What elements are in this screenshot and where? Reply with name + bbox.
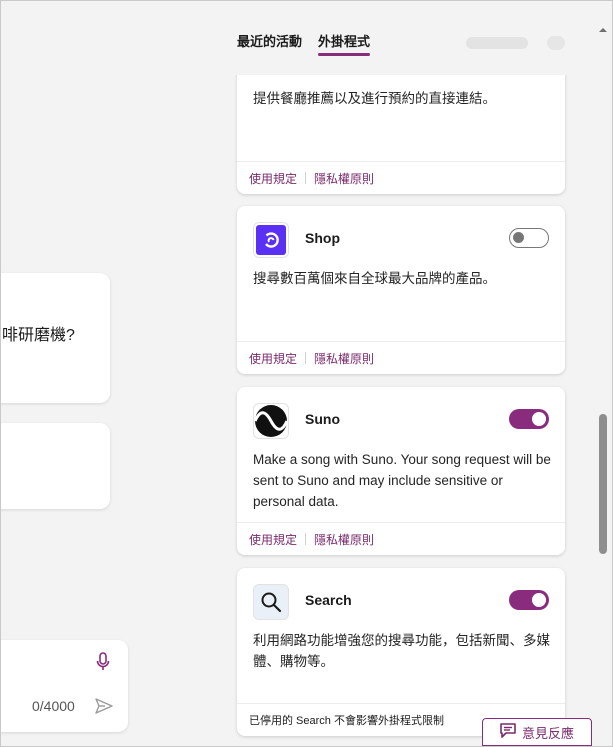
blurred-header-item: [466, 37, 528, 49]
plugin-description: 利用網路功能增強您的搜尋功能，包括新聞、多媒體、購物等。: [253, 633, 550, 669]
plugin-card-suno: Suno Make a song with Suno. Your song re…: [237, 387, 565, 555]
send-icon[interactable]: [94, 697, 114, 720]
feedback-icon: [500, 723, 516, 741]
terms-link[interactable]: 使用規定: [249, 350, 297, 367]
divider: [305, 352, 307, 364]
character-counter: 0/4000: [32, 698, 75, 714]
plugin-name: Shop: [305, 230, 340, 246]
suno-toggle[interactable]: [509, 409, 549, 429]
plugin-card-search: Search 利用網路功能增強您的搜尋功能，包括新聞、多媒體、購物等。 已停用的…: [237, 568, 565, 736]
privacy-link[interactable]: 隱私權原則: [314, 531, 374, 548]
privacy-link[interactable]: 隱私權原則: [314, 350, 374, 367]
divider: [305, 172, 307, 184]
privacy-link[interactable]: 隱私權原則: [314, 170, 374, 187]
terms-link[interactable]: 使用規定: [249, 531, 297, 548]
plugin-description: Make a song with Suno. Your song request…: [253, 452, 551, 509]
chat-message-card: 啡研磨機?: [0, 273, 110, 403]
search-icon: [253, 584, 289, 620]
suno-logo: [253, 403, 289, 439]
plugin-card-shop: Shop 搜尋數百萬個來自全球最大品牌的產品。 使用規定 隱私權原則: [237, 206, 565, 374]
panel-tabs: 最近的活動 外掛程式: [237, 34, 371, 60]
chat-message-card: [0, 423, 110, 509]
chat-message-text: 啡研磨機?: [2, 327, 75, 344]
plugin-footer: 使用規定 隱私權原則: [237, 522, 565, 555]
feedback-button[interactable]: 意見反應: [482, 718, 592, 746]
plugin-footer: 使用規定 隱私權原則: [237, 161, 565, 194]
plugin-card-restaurant: 提供餐廳推薦以及進行預約的直接連結。 使用規定 隱私權原則: [237, 75, 565, 194]
shop-logo: [253, 222, 289, 258]
plugin-name: Suno: [305, 411, 340, 427]
plugin-footer: 使用規定 隱私權原則: [237, 341, 565, 374]
microphone-icon[interactable]: [96, 652, 110, 677]
shop-toggle[interactable]: [509, 228, 549, 248]
search-toggle[interactable]: [509, 590, 549, 610]
feedback-label: 意見反應: [521, 725, 574, 741]
chat-composer[interactable]: 0/4000: [0, 640, 128, 732]
terms-link[interactable]: 使用規定: [249, 170, 297, 187]
divider: [305, 533, 307, 545]
scroll-up-icon[interactable]: [598, 22, 608, 32]
scrollbar-thumb[interactable]: [599, 414, 607, 554]
blurred-header-icon: [547, 36, 565, 50]
plugin-name: Search: [305, 592, 352, 608]
plugins-panel: 提供餐廳推薦以及進行預約的直接連結。 使用規定 隱私權原則 Shop 搜尋數百萬…: [226, 75, 582, 747]
tab-plugins[interactable]: 外掛程式: [318, 34, 371, 56]
plugin-description: 搜尋數百萬個來自全球最大品牌的產品。: [253, 271, 496, 286]
tab-recent-activity[interactable]: 最近的活動: [237, 34, 302, 56]
plugin-note: 已停用的 Search 不會影響外掛程式限制: [249, 715, 444, 727]
plugin-description: 提供餐廳推薦以及進行預約的直接連結。: [253, 91, 496, 106]
panel-scrollbar[interactable]: [598, 22, 608, 747]
